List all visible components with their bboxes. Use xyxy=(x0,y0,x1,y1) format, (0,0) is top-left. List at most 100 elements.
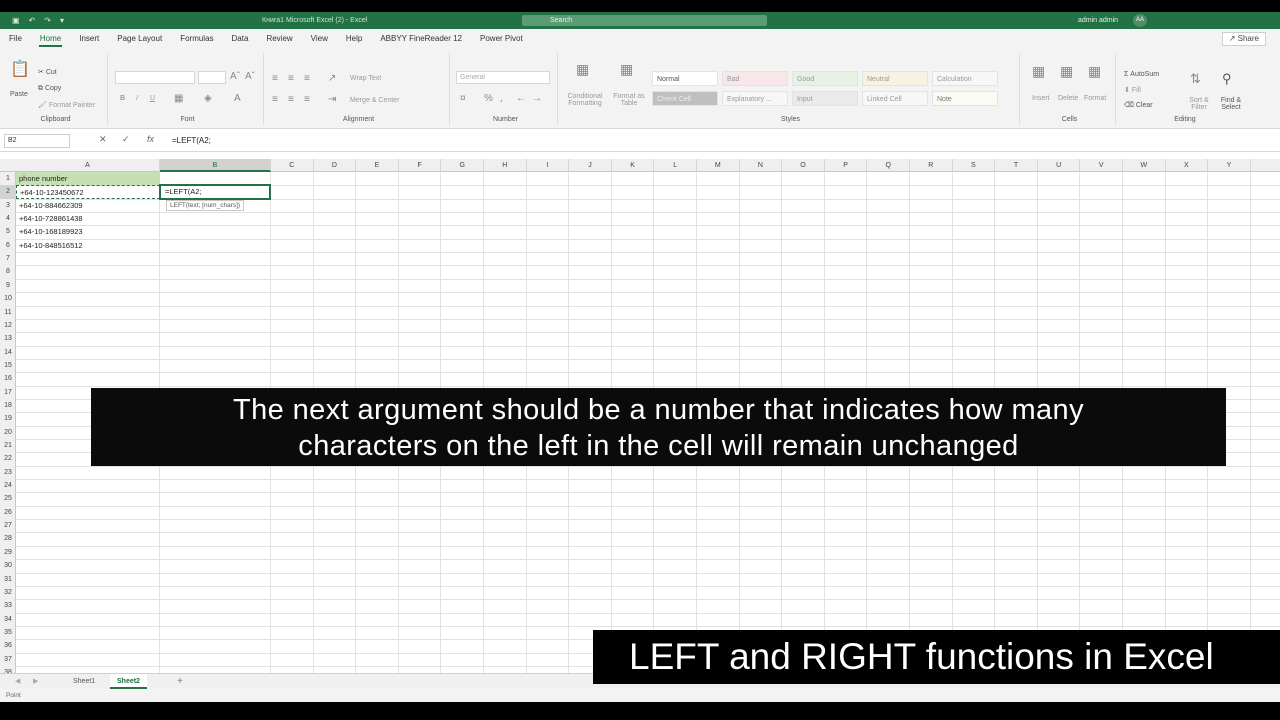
sheet-tab-sheet2[interactable]: Sheet2 xyxy=(110,674,147,689)
sort-filter-icon[interactable]: ⇅ xyxy=(1190,71,1201,87)
fill-button[interactable]: ⬇ Fill xyxy=(1124,86,1141,94)
style-input[interactable]: Input xyxy=(792,91,858,106)
column-header-u[interactable]: U xyxy=(1038,159,1081,172)
number-format-select[interactable]: General xyxy=(456,71,550,84)
paste-icon[interactable]: 📋 xyxy=(10,59,30,79)
increase-decimal-icon[interactable]: ← xyxy=(516,93,526,104)
copy-button[interactable]: ⧉ Copy xyxy=(38,85,61,93)
prev-sheet-icon[interactable]: ◀ xyxy=(8,674,27,689)
column-header-j[interactable]: J xyxy=(569,159,612,172)
tab-home[interactable]: Home xyxy=(31,29,70,49)
tab-formulas[interactable]: Formulas xyxy=(171,29,222,49)
column-header-i[interactable]: I xyxy=(527,159,570,172)
row-header-18[interactable]: 18 xyxy=(0,399,16,412)
delete-cells-icon[interactable]: ▦ xyxy=(1060,63,1073,80)
italic-button[interactable]: I xyxy=(136,95,138,102)
bold-button[interactable]: B xyxy=(120,95,125,102)
redo-icon[interactable]: ↷ xyxy=(44,16,51,25)
row-header-13[interactable]: 13 xyxy=(0,332,16,345)
row-header-35[interactable]: 35 xyxy=(0,626,16,639)
cell-a2[interactable]: +64-10-123450672 xyxy=(16,185,160,199)
column-header-a[interactable]: A xyxy=(16,159,160,172)
column-header-p[interactable]: P xyxy=(825,159,868,172)
tab-file[interactable]: File xyxy=(0,29,31,49)
fill-color-icon[interactable]: ◈ xyxy=(204,93,212,104)
column-header-e[interactable]: E xyxy=(356,159,399,172)
column-header-t[interactable]: T xyxy=(995,159,1038,172)
tab-insert[interactable]: Insert xyxy=(70,29,108,49)
insert-cells-label[interactable]: Insert xyxy=(1032,95,1050,102)
row-header-1[interactable]: 1 xyxy=(0,172,16,185)
style-normal[interactable]: Normal xyxy=(652,71,718,86)
row-header-32[interactable]: 32 xyxy=(0,586,16,599)
merge-center-button[interactable]: Merge & Center xyxy=(350,97,399,104)
cell-a6[interactable]: +64-10-848516512 xyxy=(16,239,160,252)
indent-icon[interactable]: ⇥ xyxy=(328,94,336,105)
enter-icon[interactable]: ✓ xyxy=(122,134,130,145)
row-header-33[interactable]: 33 xyxy=(0,599,16,612)
name-box[interactable]: B2 xyxy=(4,134,70,148)
column-header-y[interactable]: Y xyxy=(1208,159,1251,172)
align-middle-icon[interactable]: ≡ xyxy=(288,73,294,84)
column-header-o[interactable]: O xyxy=(782,159,825,172)
column-header-f[interactable]: F xyxy=(399,159,442,172)
row-header-15[interactable]: 15 xyxy=(0,359,16,372)
column-header-h[interactable]: H xyxy=(484,159,527,172)
active-cell-b2[interactable]: =LEFT(A2; xyxy=(159,184,271,200)
row-header-26[interactable]: 26 xyxy=(0,506,16,519)
orientation-icon[interactable]: ↗ xyxy=(328,73,336,84)
column-header-b[interactable]: B xyxy=(160,159,271,172)
column-header-k[interactable]: K xyxy=(612,159,655,172)
row-header-25[interactable]: 25 xyxy=(0,492,16,505)
column-header-l[interactable]: L xyxy=(654,159,697,172)
customize-icon[interactable]: ▾ xyxy=(60,16,64,25)
tab-power-pivot[interactable]: Power Pivot xyxy=(471,29,532,49)
insert-cells-icon[interactable]: ▦ xyxy=(1032,63,1045,80)
format-as-table-icon[interactable]: ▦ xyxy=(620,61,633,78)
tab-abbyy[interactable]: ABBYY FineReader 12 xyxy=(371,29,471,49)
format-cells-icon[interactable]: ▦ xyxy=(1088,63,1101,80)
style-bad[interactable]: Bad xyxy=(722,71,788,86)
comma-icon[interactable]: , xyxy=(500,93,503,104)
row-header-29[interactable]: 29 xyxy=(0,546,16,559)
row-header-19[interactable]: 19 xyxy=(0,412,16,425)
insert-function-icon[interactable]: fx xyxy=(147,134,154,144)
row-header-3[interactable]: 3 xyxy=(0,199,16,212)
borders-icon[interactable]: ▦ xyxy=(174,93,183,104)
row-header-5[interactable]: 5 xyxy=(0,225,16,238)
row-header-2[interactable]: 2 xyxy=(0,185,16,199)
tab-view[interactable]: View xyxy=(302,29,337,49)
row-header-16[interactable]: 16 xyxy=(0,372,16,385)
format-cells-label[interactable]: Format xyxy=(1084,95,1106,102)
row-header-31[interactable]: 31 xyxy=(0,573,16,586)
sheet-tab-sheet1[interactable]: Sheet1 xyxy=(66,674,102,689)
align-bottom-icon[interactable]: ≡ xyxy=(304,73,310,84)
row-header-20[interactable]: 20 xyxy=(0,426,16,439)
font-size-select[interactable] xyxy=(198,71,226,84)
row-header-21[interactable]: 21 xyxy=(0,439,16,452)
conditional-formatting-label[interactable]: Conditional Formatting xyxy=(564,93,606,107)
share-button[interactable]: ↗ Share xyxy=(1221,32,1266,46)
cut-button[interactable]: ✂ Cut xyxy=(38,68,57,76)
next-sheet-icon[interactable]: ▶ xyxy=(26,674,45,689)
delete-cells-label[interactable]: Delete xyxy=(1058,95,1078,102)
row-header-8[interactable]: 8 xyxy=(0,265,16,278)
cell-a1[interactable]: phone number xyxy=(16,172,160,186)
conditional-formatting-icon[interactable]: ▦ xyxy=(576,61,589,78)
search-box[interactable]: Search xyxy=(522,15,767,26)
sort-filter-label[interactable]: Sort & Filter xyxy=(1184,97,1214,111)
column-header-c[interactable]: C xyxy=(271,159,314,172)
column-header-g[interactable]: G xyxy=(441,159,484,172)
font-name-select[interactable] xyxy=(115,71,195,84)
cancel-icon[interactable]: ✕ xyxy=(99,134,107,145)
row-header-11[interactable]: 11 xyxy=(0,306,16,319)
increase-font-icon[interactable]: Aˆ xyxy=(230,71,240,82)
user-name[interactable]: admin admin xyxy=(1078,17,1118,24)
align-top-icon[interactable]: ≡ xyxy=(272,73,278,84)
row-header-10[interactable]: 10 xyxy=(0,292,16,305)
add-sheet-button[interactable]: + xyxy=(170,674,190,689)
column-header-s[interactable]: S xyxy=(953,159,996,172)
cell-a3[interactable]: +64-10-884662309 xyxy=(16,199,160,212)
row-header-24[interactable]: 24 xyxy=(0,479,16,492)
tab-page-layout[interactable]: Page Layout xyxy=(108,29,171,49)
